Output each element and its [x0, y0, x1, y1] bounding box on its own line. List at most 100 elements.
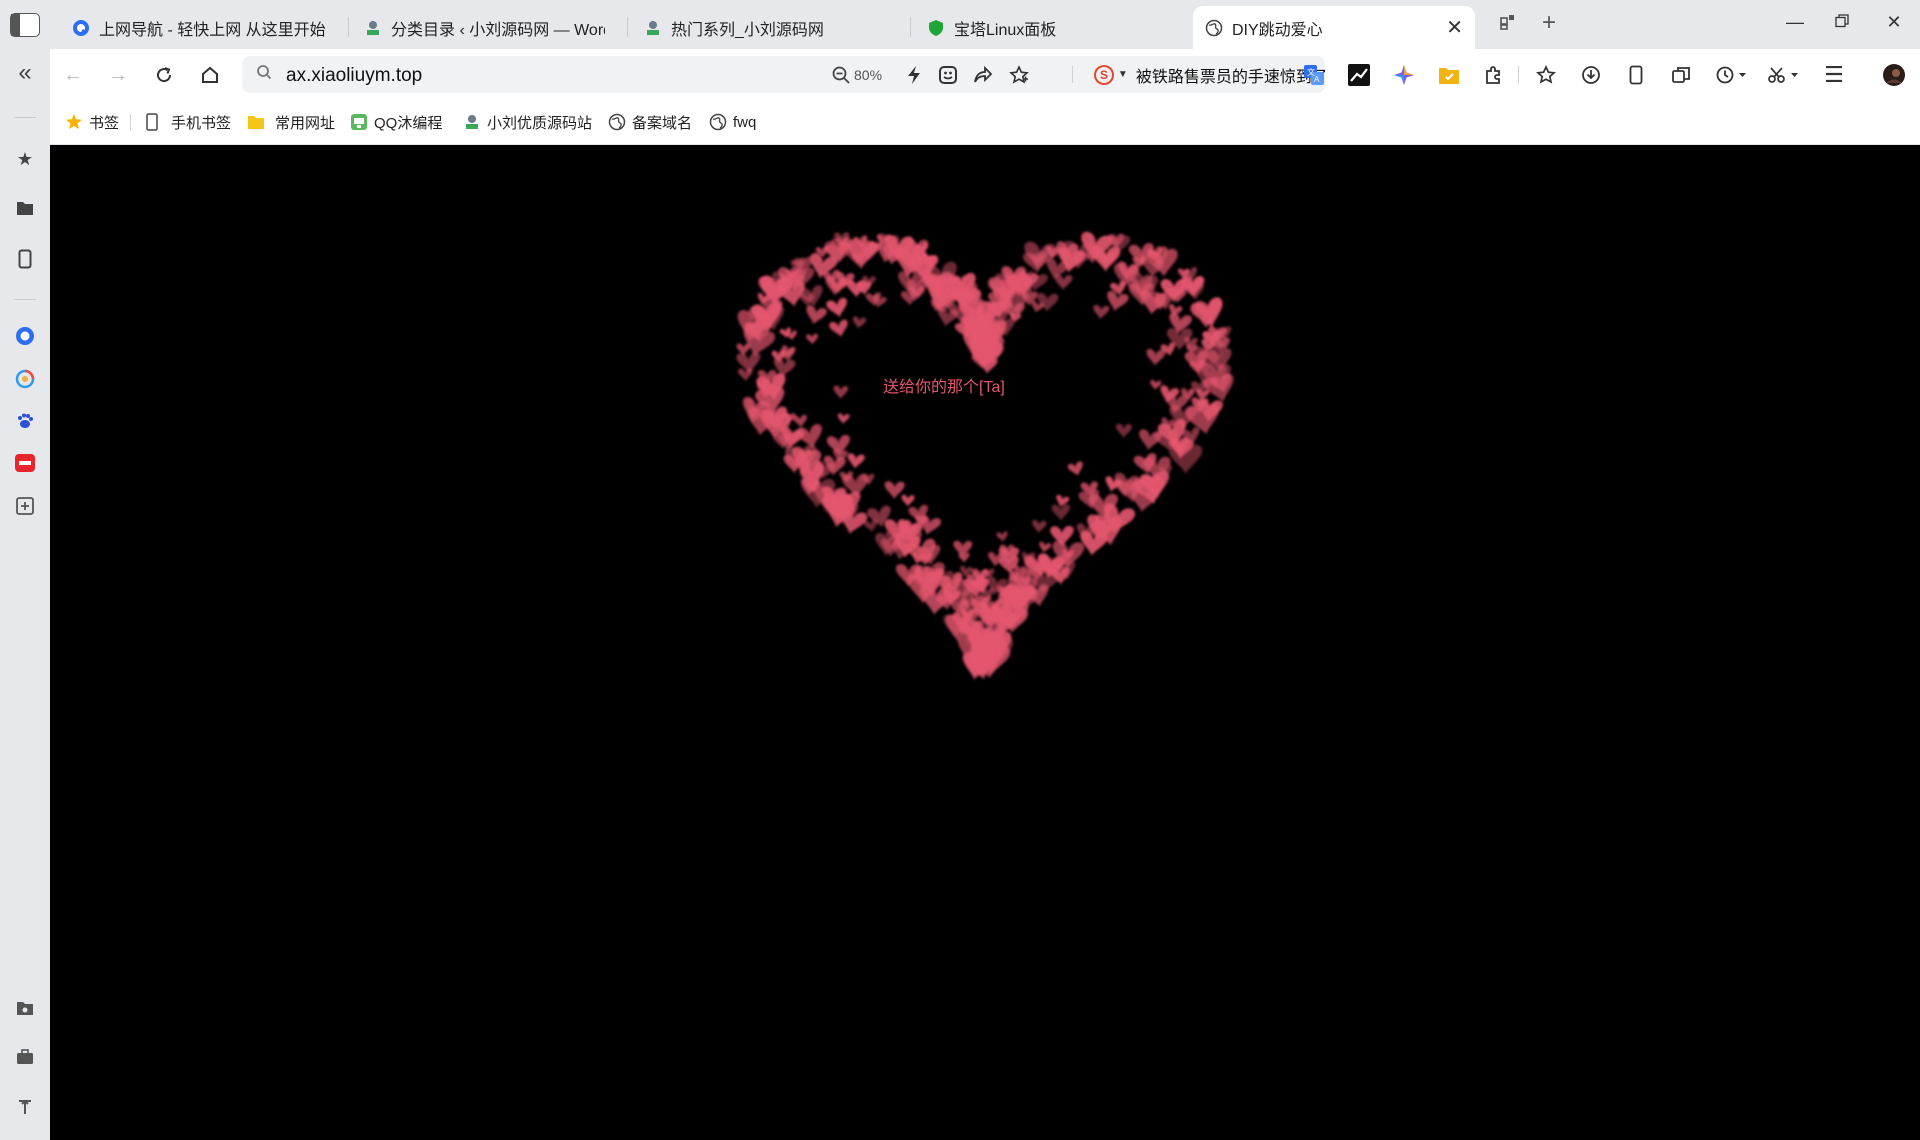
left-sidebar: « ★	[0, 49, 50, 1140]
collapse-sidebar-icon[interactable]: «	[13, 59, 37, 86]
minimize-button[interactable]: —	[1783, 12, 1807, 33]
add-app-icon[interactable]	[13, 494, 37, 518]
tab-bt-panel[interactable]: 宝塔Linux面板	[915, 6, 1185, 49]
tab-groups-icon[interactable]	[1498, 12, 1518, 38]
screenshot-folder-icon[interactable]	[13, 996, 37, 1020]
news-ticker[interactable]: S ▼ 被铁路售票员的手速惊到了	[1082, 56, 1325, 93]
menu-icon[interactable]: ☰	[1822, 62, 1846, 87]
heart-particle	[826, 297, 848, 318]
tab-title: 分类目录 ‹ 小刘源码网 — Word	[391, 21, 605, 39]
favorites-star-icon[interactable]	[1534, 63, 1558, 87]
heart-particle	[1051, 504, 1071, 521]
heart-particle	[1054, 274, 1073, 290]
browser-window: 上网导航 - 轻快上网 从这里开始 分类目录 ‹ 小刘源码网 — Word 热门…	[0, 0, 1920, 1140]
toolbox-icon[interactable]	[13, 1045, 37, 1069]
file-manager-icon[interactable]	[1437, 63, 1461, 87]
restore-button[interactable]	[1830, 12, 1854, 33]
svg-text:A: A	[1314, 75, 1320, 84]
globe-icon	[1205, 19, 1223, 37]
tab-title: DIY跳动爱心	[1232, 21, 1323, 39]
mobile-icon[interactable]	[13, 247, 37, 271]
chevron-down-icon: ▼	[1117, 69, 1128, 80]
heart-particle	[1039, 541, 1052, 553]
forward-button[interactable]: →	[105, 62, 131, 88]
navigation-toolbar: ← → ax.xiaoliuym.top 80% S ▼ 被铁路售票员的手速惊到…	[50, 49, 1920, 99]
sogou-logo-icon: S	[1094, 64, 1114, 85]
red-app-icon[interactable]	[13, 451, 37, 475]
url-text[interactable]: ax.xiaoliuym.top	[286, 65, 422, 87]
zoom-out-icon[interactable]	[829, 63, 853, 87]
bookmark-item-beian[interactable]: 备案域名	[608, 111, 692, 133]
tab-divider	[348, 17, 349, 37]
heart-particle	[1150, 379, 1162, 390]
heart-particle	[806, 305, 827, 325]
scissors-icon[interactable]	[1766, 63, 1802, 87]
news-headline[interactable]: 被铁路售票员的手速惊到了	[1136, 63, 1325, 87]
favorites-star-icon[interactable]: ★	[13, 147, 37, 171]
toolbar-divider	[1518, 66, 1519, 84]
bookmark-label: 手机书签	[171, 114, 232, 132]
close-tab-icon[interactable]: ✕	[1446, 15, 1463, 40]
zoom-level[interactable]: 80%	[854, 67, 882, 83]
heart-particle	[1115, 423, 1132, 438]
bookmark-item-bookmarks[interactable]: 书签	[65, 111, 119, 133]
avatar[interactable]	[1882, 63, 1906, 87]
bookmark-item-fwq[interactable]: fwq	[709, 111, 756, 133]
bookmark-item-qq[interactable]: QQ沐编程	[350, 111, 442, 133]
folder-icon[interactable]	[13, 196, 37, 220]
heart-particle	[793, 414, 807, 428]
reader-mode-icon[interactable]	[936, 63, 960, 87]
lightning-icon[interactable]	[902, 63, 926, 87]
sidebar-toggle-button[interactable]	[10, 13, 40, 37]
bookmark-item-mobile[interactable]: 手机书签	[143, 111, 231, 133]
window-switch-icon[interactable]	[1669, 63, 1693, 87]
heart-particle	[1067, 461, 1083, 476]
tab-title: 热门系列_小刘源码网	[671, 21, 824, 39]
home-button[interactable]	[197, 62, 223, 88]
heart-particle	[996, 531, 1008, 542]
tab-divider	[627, 17, 628, 37]
omnibox-divider	[1072, 66, 1073, 83]
heart-particle	[852, 316, 867, 329]
heart-particle	[1146, 348, 1166, 366]
heart-particle	[806, 333, 818, 345]
heart-particle	[785, 330, 797, 341]
stock-chart-icon[interactable]	[1347, 63, 1371, 87]
new-tab-button[interactable]: +	[1542, 9, 1556, 37]
globe-icon	[709, 113, 727, 131]
rail-divider	[14, 299, 36, 300]
address-bar[interactable]: ax.xiaoliuym.top 80% S ▼ 被铁路售票员的手速惊到了	[242, 56, 1325, 93]
q-search-icon[interactable]	[13, 324, 37, 348]
heart-particle	[846, 279, 867, 298]
app-colorful-icon[interactable]	[13, 367, 37, 391]
tab-category[interactable]: 分类目录 ‹ 小刘源码网 — Word	[352, 6, 617, 49]
tab-divider	[910, 17, 911, 37]
site-logo-icon	[364, 19, 382, 37]
tab-strip: 上网导航 - 轻快上网 从这里开始 分类目录 ‹ 小刘源码网 — Word 热门…	[0, 0, 1920, 49]
history-icon[interactable]	[1714, 63, 1750, 87]
tab-nav-home[interactable]: 上网导航 - 轻快上网 从这里开始	[60, 6, 345, 49]
back-button[interactable]: ←	[60, 62, 86, 88]
heart-particle	[1093, 304, 1110, 320]
pin-icon[interactable]	[13, 1095, 37, 1119]
mobile-icon[interactable]	[1624, 63, 1648, 87]
page-canvas[interactable]: 送给你的那个[Ta]	[50, 145, 1920, 1140]
star-icon	[65, 113, 83, 131]
heart-particle	[837, 413, 850, 424]
ai-sparkle-icon[interactable]	[1392, 63, 1416, 87]
bookmark-star-icon[interactable]	[1007, 63, 1031, 87]
reload-button[interactable]	[151, 62, 177, 88]
particle-heart	[736, 231, 1234, 680]
close-window-button[interactable]: ✕	[1882, 12, 1906, 33]
baidu-paw-icon[interactable]	[13, 409, 37, 433]
tab-hot-series[interactable]: 热门系列_小刘源码网	[632, 6, 902, 49]
bookmark-item-xiaoliu[interactable]: 小刘优质源码站	[463, 111, 592, 133]
extensions-puzzle-icon[interactable]	[1482, 63, 1506, 87]
bt-shield-icon	[927, 19, 945, 37]
tab-diy-heart[interactable]: DIY跳动爱心 ✕	[1193, 6, 1475, 49]
translate-icon[interactable]: 文A	[1302, 63, 1326, 87]
rail-divider	[14, 117, 36, 118]
download-icon[interactable]	[1579, 63, 1603, 87]
bookmark-item-common[interactable]: 常用网址	[247, 111, 335, 133]
share-icon[interactable]	[971, 63, 995, 87]
